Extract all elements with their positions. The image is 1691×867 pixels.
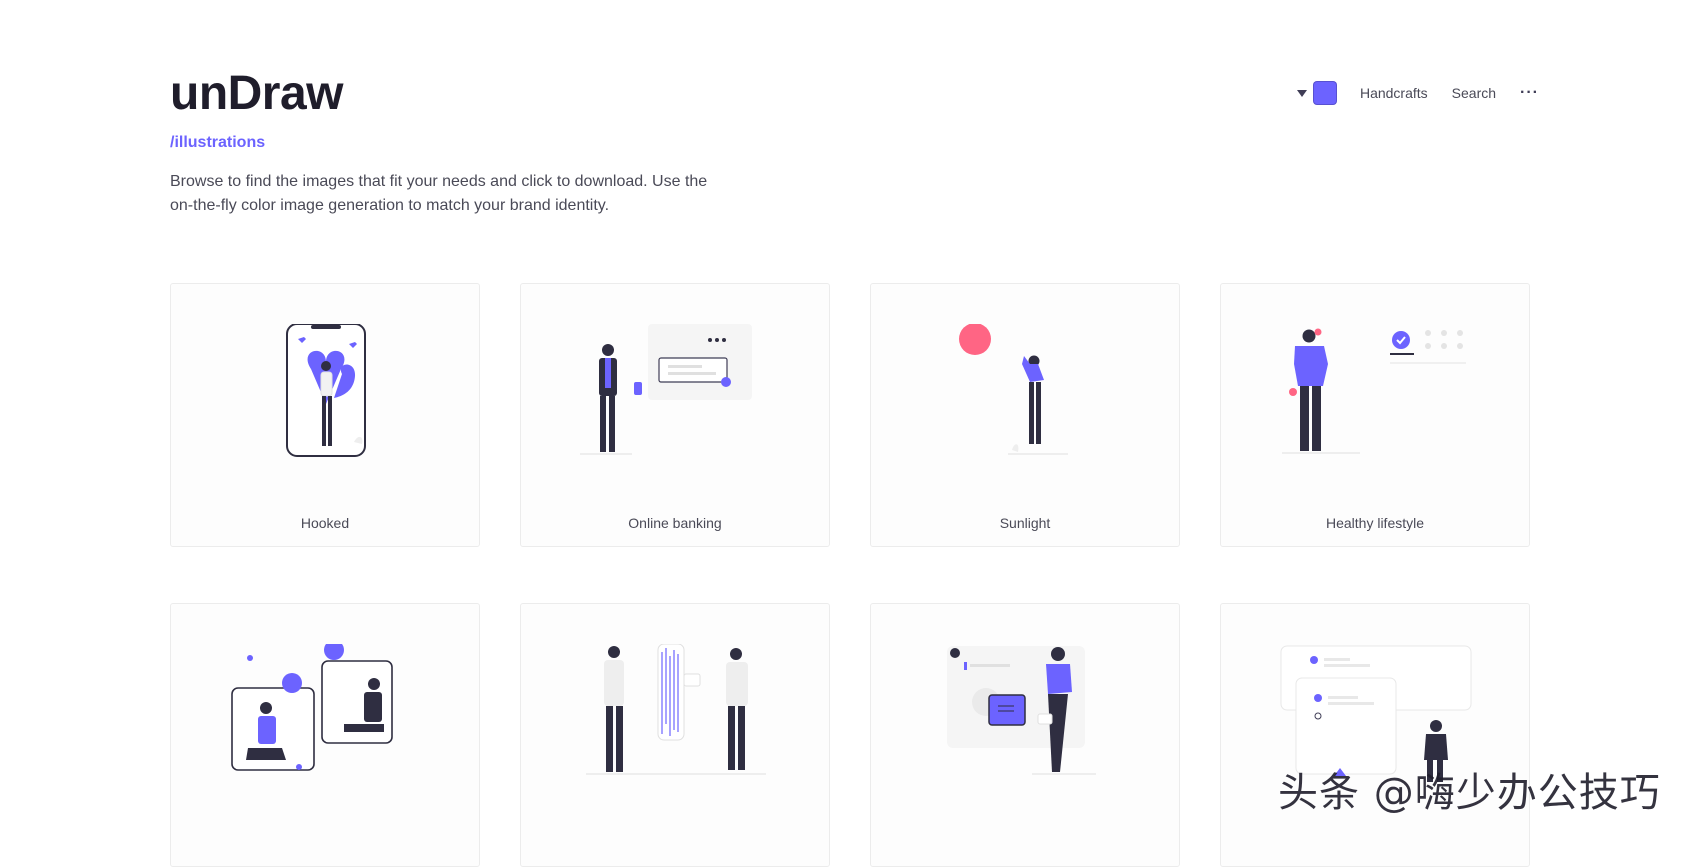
online-banking-illustration [580,324,752,455]
illustration-card-video-call[interactable] [170,603,480,867]
card-title: Online banking [628,515,722,531]
illustration-card-hooked[interactable]: Hooked [170,283,480,547]
nav-handcrafts-link[interactable]: Handcrafts [1360,85,1428,101]
illustrations-subtitle-link[interactable]: /illustrations [170,134,265,152]
data-pillar-illustration [586,644,766,775]
intro-description: Browse to find the images that fit your … [170,173,708,214]
video-call-illustration [231,644,393,771]
illustration-card-sunlight[interactable]: Sunlight [870,283,1180,547]
card-title: Healthy lifestyle [1325,515,1425,531]
illustration-card-data-pillar[interactable] [520,603,830,867]
card-title: Hooked [300,515,350,531]
card-title: Sunlight [999,515,1051,531]
hooked-illustration [286,324,366,457]
illustration-card-dashboard[interactable] [1220,603,1530,867]
illustration-card-messages[interactable] [870,603,1180,867]
logo-title[interactable]: unDraw [170,64,344,124]
illustration-card-healthy-lifestyle[interactable]: Healthy lifestyle [1220,283,1530,547]
messages-illustration [947,646,1096,775]
sunlight-illustration [959,324,1068,455]
more-menu-icon[interactable]: ··· [1520,84,1539,102]
color-dropdown-arrow-icon[interactable] [1296,89,1307,97]
color-picker-swatch[interactable] [1312,81,1337,105]
top-nav: Handcrafts Search ··· [1296,80,1539,106]
watermark-text: 头条 @嗨少办公技巧 [1278,770,1661,816]
illustration-card-online-banking[interactable]: Online banking [520,283,830,547]
nav-search-link[interactable]: Search [1452,85,1496,101]
healthy-lifestyle-illustration [1282,328,1466,454]
